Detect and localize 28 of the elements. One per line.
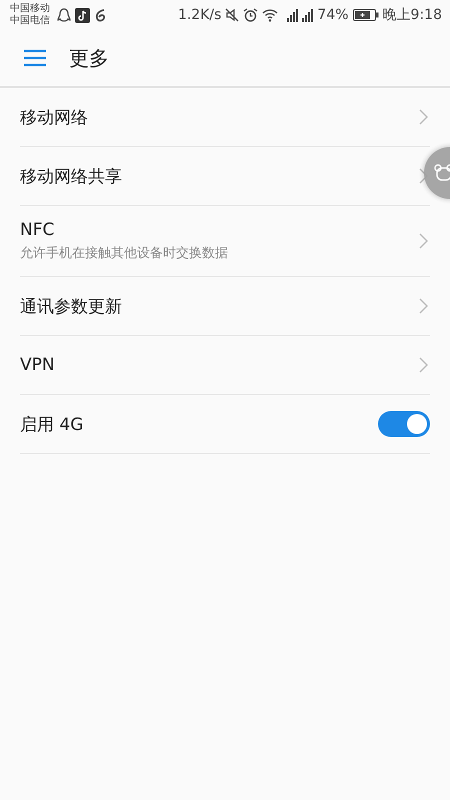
bear-icon — [434, 164, 450, 182]
battery-icon — [352, 9, 379, 21]
page-title: 更多 — [69, 44, 109, 72]
chevron-right-icon — [419, 109, 428, 125]
chevron-right-icon — [419, 357, 428, 373]
menu-icon[interactable] — [23, 49, 47, 67]
clock: 晚上9:18 — [382, 6, 442, 24]
network-speed: 1.2K/s — [178, 7, 222, 23]
battery-percent: 74% — [317, 7, 349, 23]
signal-icon — [302, 8, 314, 22]
toggle-switch[interactable] — [378, 411, 430, 437]
setting-description: 允许手机在接触其他设备时交换数据 — [20, 245, 228, 262]
chevron-right-icon — [419, 298, 428, 314]
chevron-right-icon — [419, 233, 428, 249]
alarm-icon — [243, 8, 258, 22]
wifi-icon — [262, 8, 278, 22]
carrier-name: 中国电信 — [10, 15, 50, 27]
music-note-icon — [75, 8, 90, 22]
setting-title: VPN — [20, 355, 55, 375]
swirl-icon — [94, 8, 108, 22]
setting-title: 启用 4G — [20, 414, 84, 436]
penguin-icon — [57, 7, 71, 23]
setting-title: NFC — [20, 220, 56, 240]
mute-icon — [225, 8, 240, 22]
setting-title: 通讯参数更新 — [20, 296, 122, 318]
setting-title: 移动网络 — [20, 106, 88, 128]
carrier-name: 中国移动 — [10, 3, 50, 14]
setting-title: 移动网络共享 — [20, 166, 122, 188]
